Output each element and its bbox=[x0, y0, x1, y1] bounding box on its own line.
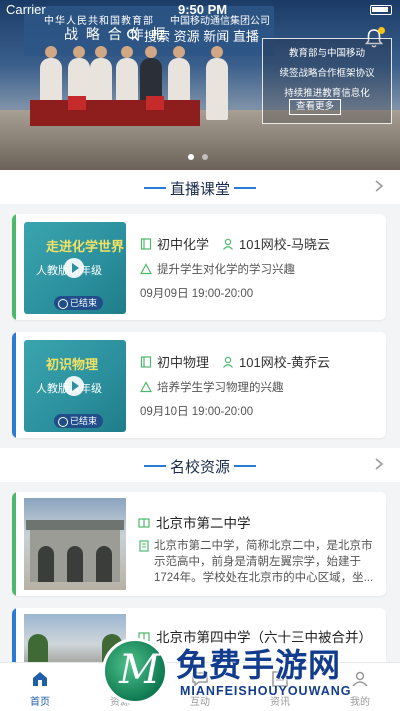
banner-flag bbox=[68, 96, 86, 110]
title-dash bbox=[234, 187, 256, 189]
caption-line: 持续推进教育信息化 bbox=[284, 88, 370, 99]
school-card[interactable]: 北京市第二中学 北京市第二中学，简称北京二中，是北京市示范高中，前身是清朝左翼宗… bbox=[12, 492, 386, 596]
school-section-header[interactable]: 名校资源 bbox=[0, 448, 400, 482]
school-title-row: 北京市第二中学 bbox=[138, 512, 251, 532]
banner-flag bbox=[146, 96, 164, 110]
school-name: 北京市第二中学 bbox=[156, 516, 251, 531]
book-icon bbox=[140, 355, 152, 368]
course-card[interactable]: 初识物理 人教版八年级 已结束 初中物理 101网校-黄乔云 培养学生学习物理的… bbox=[12, 332, 386, 438]
card-accent bbox=[12, 492, 16, 596]
course-teacher: 101网校-马晓云 bbox=[239, 237, 331, 252]
course-card[interactable]: 走进化学世界 人教版九年级 已结束 初中化学 101网校-马晓云 提升学生对化学… bbox=[12, 214, 386, 320]
tab-label: 首页 bbox=[30, 697, 50, 708]
search-text: 搜索 资源 新闻 直播 bbox=[144, 28, 259, 44]
live-section-header[interactable]: 直播课堂 bbox=[0, 170, 400, 204]
school-description: 北京市第二中学，简称北京二中，是北京市示范高中，前身是清朝左翼宗学，始建于172… bbox=[154, 540, 374, 584]
course-thumbnail[interactable]: 走进化学世界 人教版九年级 已结束 bbox=[24, 222, 126, 314]
carousel-dots bbox=[188, 154, 208, 160]
school-section-title: 名校资源 bbox=[169, 459, 230, 476]
course-meta: 初中化学 101网校-马晓云 bbox=[140, 234, 330, 253]
watermark-logo-letter: M bbox=[119, 647, 160, 693]
status-badge: 已结束 bbox=[54, 414, 104, 428]
thumb-title: 初识物理 bbox=[46, 357, 99, 372]
watermark-subtitle: MIANFEISHOUYOUWANG bbox=[180, 684, 352, 698]
view-more-button[interactable]: 查看更多 bbox=[289, 99, 341, 115]
watermark-logo: M bbox=[102, 638, 168, 704]
chevron-right-icon[interactable] bbox=[372, 457, 386, 471]
play-icon[interactable] bbox=[64, 376, 84, 396]
course-description-row: 培养学生学习物理的兴趣 bbox=[140, 379, 284, 395]
course-meta: 初中物理 101网校-黄乔云 bbox=[140, 352, 330, 371]
banner-photo-table bbox=[30, 100, 200, 126]
card-accent bbox=[12, 332, 16, 438]
card-accent bbox=[12, 608, 16, 668]
home-icon bbox=[33, 672, 47, 686]
chevron-right-icon[interactable] bbox=[372, 179, 386, 193]
course-description-row: 提升学生对化学的学习兴趣 bbox=[140, 261, 295, 277]
caption-line: 续签战略合作框架协议 bbox=[279, 68, 375, 79]
search-icon bbox=[127, 29, 140, 42]
teacher-icon bbox=[223, 356, 233, 368]
live-section-title: 直播课堂 bbox=[169, 181, 230, 198]
title-dash bbox=[234, 465, 256, 467]
school-icon bbox=[138, 518, 150, 528]
watermark-title: 免费手游网 bbox=[176, 647, 342, 683]
carousel-dot[interactable] bbox=[188, 154, 194, 160]
status-bar: Carrier 9:50 PM bbox=[0, 0, 400, 20]
triangle-icon bbox=[140, 263, 152, 275]
banner-carousel[interactable]: 中华人民共和国教育部 中国移动通信集团公司 战 略 合 作 框 Carrier … bbox=[0, 0, 400, 170]
course-teacher: 101网校-黄乔云 bbox=[239, 355, 331, 370]
banner-caption: 教育部与中国移动 续签战略合作框架协议 持续推进教育信息化 查看更多 bbox=[262, 38, 392, 124]
course-description: 提升学生对化学的学习兴趣 bbox=[157, 264, 295, 276]
school-photo bbox=[24, 498, 126, 590]
thumb-title: 走进化学世界 bbox=[46, 239, 125, 254]
book-icon bbox=[140, 237, 152, 250]
course-description: 培养学生学习物理的兴趣 bbox=[157, 382, 284, 394]
course-time: 09月09日 19:00-20:00 bbox=[140, 288, 254, 300]
school-description-row: 北京市第二中学，简称北京二中，是北京市示范高中，前身是清朝左翼宗学，始建于172… bbox=[138, 538, 374, 586]
tab-home[interactable]: 首页 bbox=[10, 669, 70, 708]
course-time: 09月10日 19:00-20:00 bbox=[140, 406, 254, 418]
course-subject: 初中物理 bbox=[157, 355, 210, 370]
status-badge: 已结束 bbox=[54, 296, 104, 310]
course-subject: 初中化学 bbox=[157, 237, 210, 252]
document-icon bbox=[139, 540, 149, 552]
triangle-icon bbox=[140, 381, 152, 393]
teacher-icon bbox=[223, 238, 233, 250]
clock: 9:50 PM bbox=[178, 2, 228, 17]
play-icon[interactable] bbox=[64, 258, 84, 278]
carousel-dot[interactable] bbox=[202, 154, 208, 160]
carrier-label: Carrier bbox=[6, 2, 46, 17]
watermark: M 免费手游网 MIANFEISHOUYOUWANG bbox=[100, 636, 400, 711]
caption-line: 教育部与中国移动 bbox=[288, 48, 365, 59]
search-bar[interactable]: 搜索 资源 新闻 直播 bbox=[120, 24, 280, 46]
card-accent bbox=[12, 214, 16, 320]
notification-dot bbox=[378, 27, 385, 34]
course-thumbnail[interactable]: 初识物理 人教版八年级 已结束 bbox=[24, 340, 126, 432]
battery-icon bbox=[370, 5, 392, 15]
